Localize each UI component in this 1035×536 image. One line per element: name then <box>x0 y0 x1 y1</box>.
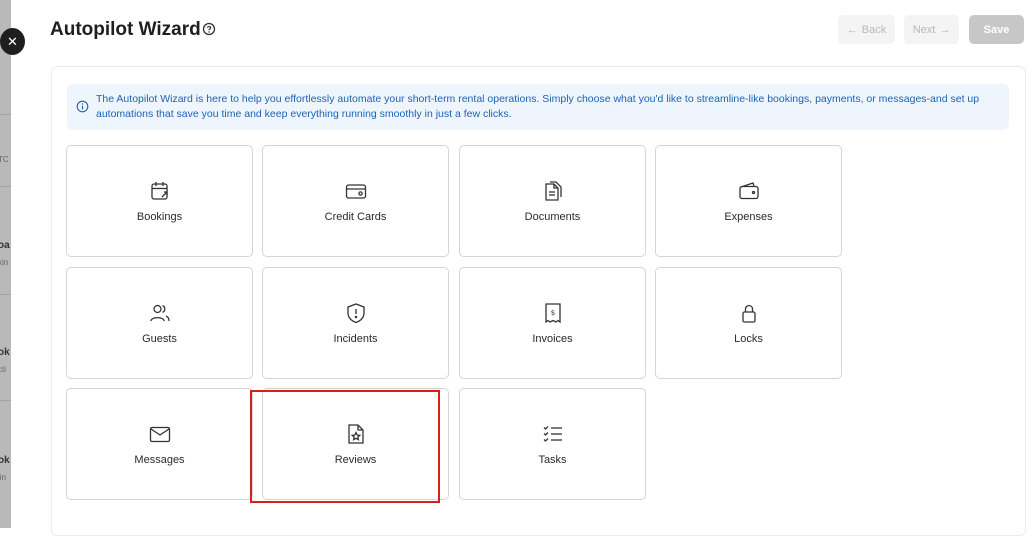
close-icon: ✕ <box>7 33 18 49</box>
close-button[interactable]: ✕ <box>0 28 25 55</box>
background-text: oa <box>0 240 10 251</box>
background-divider <box>0 186 11 187</box>
save-button-label: Save <box>983 23 1010 36</box>
category-card-locks[interactable]: Locks <box>655 267 842 379</box>
background-page: TC oa kin ok cti ok lin <box>0 0 11 528</box>
receipt-icon: $ <box>544 303 561 324</box>
documents-icon <box>544 181 562 201</box>
info-banner: The Autopilot Wizard is here to help you… <box>67 84 1009 130</box>
page-title: Autopilot Wizard <box>50 19 201 40</box>
background-text: TC <box>0 155 9 164</box>
category-label: Documents <box>524 211 581 223</box>
calendar-icon <box>150 182 168 200</box>
wizard-panel: Autopilot Wizard ← Back Next → Save The … <box>11 0 1035 536</box>
wallet-icon <box>738 182 759 200</box>
users-icon <box>149 304 170 322</box>
category-card-guests[interactable]: Guests <box>66 267 253 379</box>
info-icon <box>76 100 89 113</box>
category-label: Incidents <box>333 333 378 345</box>
background-text: lin <box>0 473 7 482</box>
next-button-label: Next <box>912 23 936 36</box>
info-text: The Autopilot Wizard is here to help you… <box>96 93 980 120</box>
category-card-documents[interactable]: Documents <box>459 145 646 257</box>
background-text: kin <box>0 258 9 267</box>
save-button[interactable]: Save <box>969 15 1024 44</box>
shield-alert-icon <box>346 303 365 324</box>
background-divider <box>0 114 11 115</box>
category-label: Expenses <box>724 211 773 223</box>
category-card-messages[interactable]: Messages <box>66 388 253 500</box>
file-star-icon <box>347 424 364 444</box>
category-label: Invoices <box>532 333 573 345</box>
back-button[interactable]: ← Back <box>838 15 895 44</box>
background-text: ok <box>0 455 10 466</box>
background-divider <box>0 400 11 401</box>
category-card-invoices[interactable]: $ Invoices <box>459 267 646 379</box>
back-button-label: Back <box>861 23 887 36</box>
credit-card-icon <box>345 184 366 199</box>
category-label: Messages <box>134 454 185 466</box>
category-label: Reviews <box>334 454 377 466</box>
mail-icon <box>149 426 170 443</box>
next-button[interactable]: Next → <box>904 15 959 44</box>
category-card-bookings[interactable]: Bookings <box>66 145 253 257</box>
category-card-credit-cards[interactable]: Credit Cards <box>262 145 449 257</box>
svg-text:$: $ <box>550 309 554 317</box>
checklist-icon <box>543 426 562 442</box>
help-icon[interactable] <box>202 22 216 36</box>
category-label: Bookings <box>136 211 183 223</box>
category-card-expenses[interactable]: Expenses <box>655 145 842 257</box>
category-label: Guests <box>142 333 177 345</box>
background-divider <box>0 294 11 295</box>
arrow-left-icon: ← <box>846 23 858 36</box>
category-card-incidents[interactable]: Incidents <box>262 267 449 379</box>
category-label: Locks <box>734 333 763 345</box>
background-text: cti <box>0 365 6 374</box>
category-card-reviews[interactable]: Reviews <box>262 388 449 500</box>
category-card-tasks[interactable]: Tasks <box>459 388 646 500</box>
arrow-right-icon: → <box>939 23 951 36</box>
category-label: Credit Cards <box>324 211 387 223</box>
lock-icon <box>741 304 756 323</box>
category-label: Tasks <box>538 454 567 466</box>
background-text: ok <box>0 347 10 358</box>
